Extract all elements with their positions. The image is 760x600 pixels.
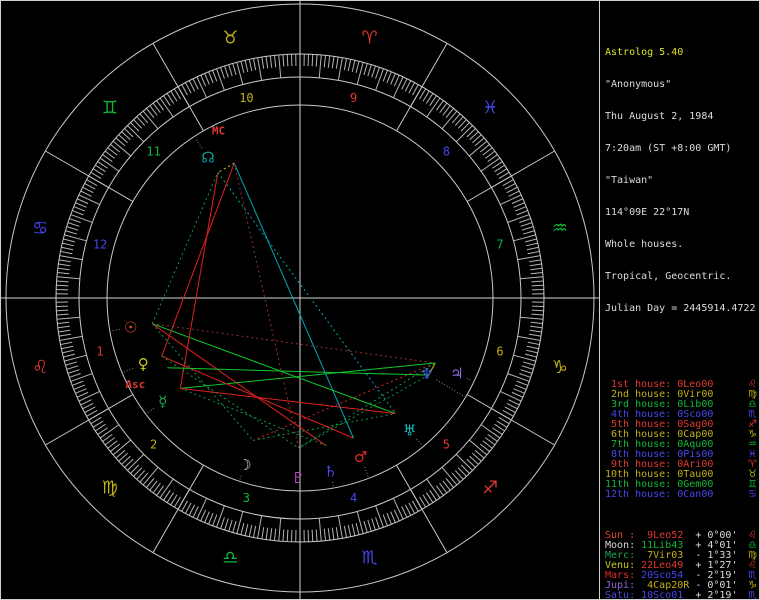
mercury-pointer [147,407,155,414]
house-number-8: 8 [443,145,450,159]
planet-name: Satu: [605,590,642,600]
leo-sign-glyph: ♌ [32,357,48,378]
house-number-6: 6 [496,345,503,359]
cusp-sign-glyph: ♋ [748,489,757,500]
mercury-glyph: ☿ [158,393,167,411]
pluto-glyph: ♇ [292,469,305,487]
planet-list: Sun : 9Leo52 + 0°00' ♌ Moon: 11Lib43 + 4°0… [605,531,757,600]
house-number-3: 3 [243,491,250,505]
saturn-pointer [332,482,334,487]
planet-row: Satu: 10Sco01 + 2°19' ♏ [605,591,757,600]
house-number-4: 4 [350,491,357,505]
header-block: Astrolog 5.40 "Anonymous" Thu August 2, … [605,26,757,336]
aspect-lines [151,162,436,449]
sidebar: Astrolog 5.40 "Anonymous" Thu August 2, … [601,1,759,600]
house-number-7: 7 [496,237,503,251]
chart-place: "Taiwan" [605,175,654,186]
sun-pointer [111,328,120,332]
mars-glyph: ♂ [354,448,367,466]
chart-name: "Anonymous" [605,79,672,90]
taurus-sign-glyph: ♉ [222,28,238,49]
house-number-1: 1 [96,345,103,359]
aspect-sun-jupiter [152,323,436,364]
virgo-sign-glyph: ♍ [102,478,118,499]
house-cusp-text: 12th house: 0Can00 [605,489,714,500]
gemini-sign-glyph: ♊ [102,97,118,118]
chart-wheel-panel: ♈ ♉ ♊ ♋ ♌ ♍ ♎ ♏ ♐ ♑ ♒ ♓ 1 2 3 4 5 6 7 8 9 10 11 12 ☉ ☽ ☿ ♀ ♂ ♃ ♄ ♅ ♆ ♇ ☊ As… [1,1,600,599]
aspect-mc-venus [161,163,235,357]
mc-label: MC [212,124,225,137]
asc-label: Asc [125,378,145,391]
house-number-10: 10 [239,91,253,105]
jupiter-pointer [466,377,473,382]
node-pointer [194,137,203,149]
venus-glyph: ♀ [138,355,149,373]
app-title: Astrolog 5.40 [605,47,684,58]
house-number-12: 12 [93,237,107,251]
uranus-glyph: ♅ [403,422,416,440]
saturn-glyph: ♄ [324,462,337,480]
pisces-sign-glyph: ♓ [482,97,498,118]
moon-pointer [239,475,242,480]
julian-day-label: Julian Day = 2445914.4722 [605,303,756,314]
aspect-mercury-jupiter [180,362,436,389]
zodiac-system-label: Tropical, Geocentric. [605,271,732,282]
house-cusp-row: 12th house: 0Can00 ♋ [605,490,757,500]
uranus-pointer [416,438,423,446]
capricorn-sign-glyph: ♑ [552,357,568,378]
house-number-5: 5 [443,437,450,451]
sagittarius-sign-glyph: ♐ [482,478,498,499]
chart-date: Thu August 2, 1984 [605,111,714,122]
aspect-moon-uranus [252,413,396,441]
house-number-9: 9 [350,91,357,105]
scorpio-sign-glyph: ♏ [362,547,378,568]
neptune-glyph: ♆ [420,365,433,383]
chart-time: 7:20am (ST +8:00 GMT) [605,143,732,154]
astrolog-window: ♈ ♉ ♊ ♋ ♌ ♍ ♎ ♏ ♐ ♑ ♒ ♓ 1 2 3 4 5 6 7 8 9 10 11 12 ☉ ☽ ☿ ♀ ♂ ♃ ♄ ♅ ♆ ♇ ☊ As… [0,0,760,600]
house-number-11: 11 [146,145,160,159]
aspect-sun-node [151,172,219,324]
jupiter-glyph: ♃ [450,364,463,382]
libra-sign-glyph: ♎ [222,547,238,568]
moon-glyph: ☽ [238,456,251,474]
aspect-mc-pluto [233,163,300,449]
aspect-asc-neptune [167,367,429,376]
house-cusp-list: 1st house: 0Leo00 ♌ 2nd house: 0Vir00 ♍ 3r… [605,380,757,500]
cancer-sign-glyph: ♋ [32,218,48,239]
house-system-label: Whole houses. [605,239,684,250]
node-glyph: ☊ [201,148,214,166]
sun-glyph: ☉ [124,318,137,336]
mars-pointer [364,466,369,477]
wheel-svg: ♈♉♊♋♌♍♎ ♏♐♑♒♓123 456789101112☉☽☿♀♂♃♄♅♆♇☊As… [1,1,599,599]
aquarius-sign-glyph: ♒ [552,218,568,239]
planet-latitude: + 2°19' [689,590,738,600]
planet-position: 10Sco01 [641,590,690,600]
chart-coordinates: 114°09E 22°17N [605,207,690,218]
venus-pointer [123,367,134,373]
house-number-2: 2 [150,437,157,451]
planet-sign-glyph: ♏ [748,590,757,600]
aries-sign-glyph: ♈ [362,28,378,49]
